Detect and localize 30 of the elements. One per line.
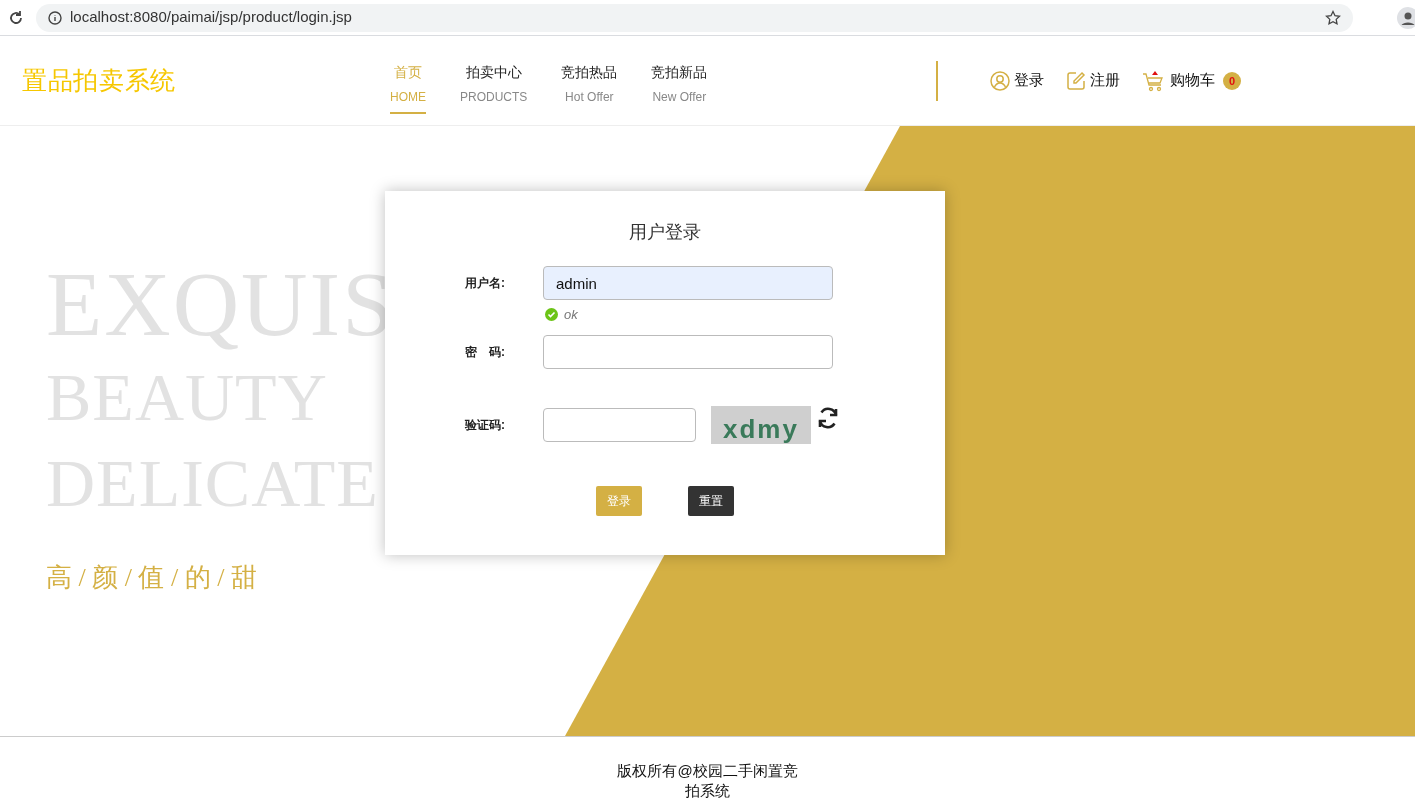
header-link[interactable]: 注册 [1066, 69, 1120, 92]
reload-icon[interactable] [8, 9, 24, 26]
user-icon [990, 70, 1010, 91]
password-field[interactable] [543, 334, 833, 369]
reset-button[interactable]: 重置 [688, 485, 734, 516]
username-field[interactable]: admin [543, 266, 833, 300]
check-icon [545, 308, 558, 322]
divider-line [936, 60, 938, 101]
field-label: 用户名: [464, 275, 506, 292]
copyright-text: 版权所有@校园二手闲置竞拍系统 [616, 761, 799, 799]
url-text: localhost:8080/paimai/jsp/product/login.jsp [70, 7, 353, 28]
field-label: 密 码: [464, 343, 506, 361]
field-label: 验证码: [463, 416, 506, 434]
edit-icon [1066, 70, 1086, 91]
cart-icon [1142, 69, 1166, 92]
validation-message: ok [564, 306, 578, 324]
nav-tab[interactable]: 竞拍热品 Hot Offer [561, 47, 618, 114]
profile-icon[interactable] [1397, 6, 1415, 29]
login-title: 用户登录 [629, 221, 701, 244]
nav-tab[interactable]: 竞拍新品 New Offer [651, 47, 708, 114]
header-link[interactable]: 购物车 0 [1142, 69, 1242, 92]
address-bar[interactable]: localhost:8080/paimai/jsp/product/login.jsp [36, 3, 1353, 32]
cart-count-badge: 0 [1223, 71, 1242, 90]
banner-tagline: 高 / 颜 / 值 / 的 / 甜 [46, 562, 258, 594]
refresh-icon[interactable] [816, 405, 840, 430]
captcha-field[interactable] [543, 407, 696, 442]
header-link[interactable]: 登录 [990, 69, 1044, 92]
star-icon[interactable] [1325, 9, 1341, 26]
info-icon [48, 10, 62, 25]
nav-tab[interactable]: 拍卖中心 PRODUCTS [460, 47, 528, 114]
